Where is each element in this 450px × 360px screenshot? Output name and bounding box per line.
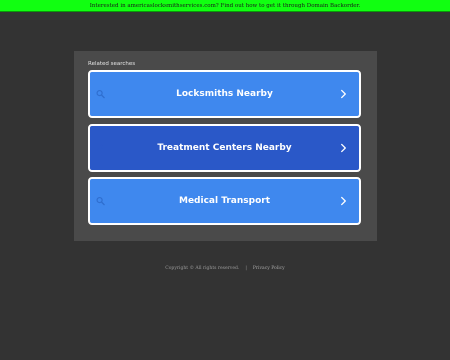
result-label: Locksmiths Nearby bbox=[176, 89, 273, 99]
domain-backorder-banner[interactable]: Interested in americaslocksmithservices.… bbox=[0, 0, 450, 12]
result-label: Medical Transport bbox=[178, 196, 270, 206]
banner-text[interactable]: Interested in americaslocksmithservices.… bbox=[90, 3, 361, 9]
privacy-policy-link[interactable]: Privacy Policy bbox=[253, 266, 285, 271]
chevron-right-icon bbox=[341, 143, 346, 153]
search-result-locksmiths-nearby[interactable]: Locksmiths Nearby bbox=[88, 70, 361, 118]
related-searches-panel: Related searches Locksmiths Nearby Treat… bbox=[74, 51, 377, 241]
chevron-right-icon bbox=[341, 89, 346, 99]
copyright-text: Copyright © All rights reserved. bbox=[165, 266, 240, 271]
related-searches-heading: Related searches bbox=[88, 61, 136, 67]
footer: Copyright © All rights reserved. | Priva… bbox=[0, 266, 450, 271]
search-result-medical-transport[interactable]: Medical Transport bbox=[88, 177, 361, 225]
search-icon bbox=[96, 89, 105, 99]
search-result-treatment-centers-nearby[interactable]: Treatment Centers Nearby bbox=[88, 124, 361, 172]
footer-separator: | bbox=[245, 266, 247, 271]
chevron-right-icon bbox=[341, 196, 346, 206]
search-icon bbox=[96, 143, 105, 153]
search-icon bbox=[96, 196, 105, 206]
result-label: Treatment Centers Nearby bbox=[157, 143, 292, 153]
